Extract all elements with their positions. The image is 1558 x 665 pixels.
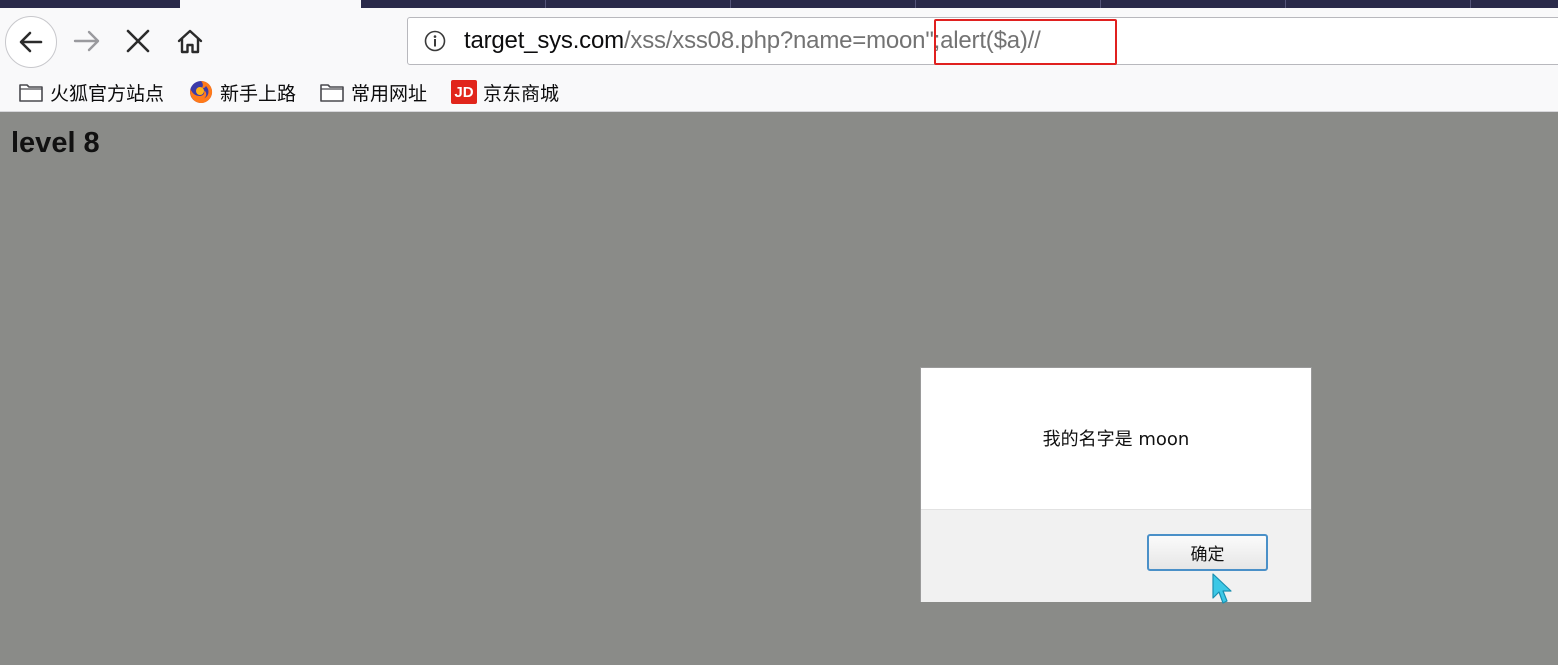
jd-icon: JD [451,80,477,104]
alert-dialog: 我的名字是 moon 确定 [921,368,1311,602]
folder-icon [319,81,345,103]
tab-separator [545,0,546,8]
page-heading: level 8 [11,127,100,159]
tab-separator [915,0,916,8]
mouse-cursor-icon [1212,573,1232,604]
stop-icon [126,29,150,53]
ok-button[interactable]: 确定 [1147,534,1268,571]
bookmark-label: 火狐官方站点 [50,82,165,105]
bookmark-label: 常用网址 [351,82,428,105]
tab-separator [730,0,731,8]
url-payload: ";alert($a)// [925,27,1041,54]
info-icon[interactable] [424,30,446,52]
bookmark-label: 京东商城 [483,82,560,105]
active-tab[interactable] [180,0,361,8]
bookmark-jd-mall[interactable]: JD 京东商城 [451,78,559,106]
tab-strip [0,0,1558,8]
tab-separator [1100,0,1101,8]
firefox-icon [188,80,214,103]
tab-separator [1285,0,1286,8]
home-button[interactable] [172,24,208,58]
bookmark-folder-common-sites[interactable]: 常用网址 [319,78,427,106]
back-button[interactable] [5,16,57,68]
forward-button[interactable] [70,26,104,56]
url-text[interactable]: target_sys.com/xss/xss08.php?name=moon";… [464,27,1041,55]
dialog-body: 我的名字是 moon [921,368,1311,509]
url-path: /xss/xss08.php?name=moon [623,27,926,54]
bookmark-label: 新手上路 [220,82,297,105]
back-arrow-icon [19,31,43,53]
url-bar[interactable]: target_sys.com/xss/xss08.php?name=moon";… [407,17,1558,65]
dialog-footer: 确定 [921,509,1311,602]
home-icon [177,29,203,54]
bookmarks-toolbar: 火狐官方站点 新手上路 常用网址 JD 京东商城 [0,74,1558,112]
url-host: target_sys.com [464,27,624,54]
forward-arrow-icon [73,30,100,52]
folder-icon [18,81,44,103]
bookmark-getting-started[interactable]: 新手上路 [188,78,296,106]
tab-separator [1470,0,1471,8]
dialog-message: 我的名字是 moon [1042,429,1190,450]
stop-button[interactable] [120,24,156,58]
bookmark-folder-firefox-official[interactable]: 火狐官方站点 [18,78,164,106]
navigation-toolbar: target_sys.com/xss/xss08.php?name=moon";… [0,8,1558,74]
